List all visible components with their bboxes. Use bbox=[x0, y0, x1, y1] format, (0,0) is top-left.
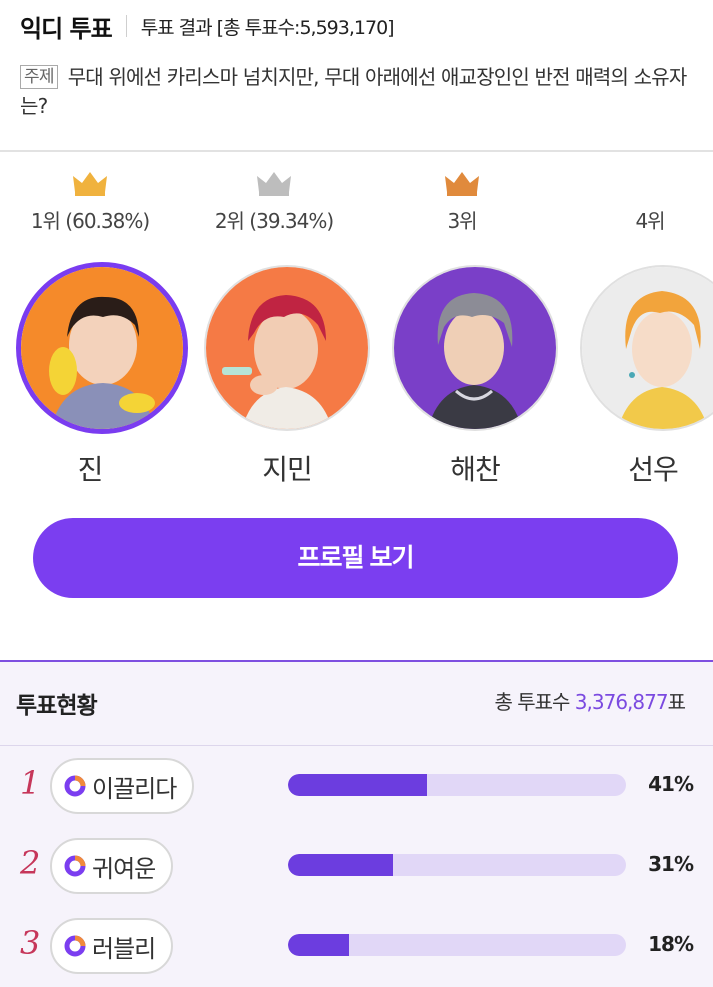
view-profile-button[interactable]: 프로필 보기 bbox=[33, 518, 678, 598]
row-rank: 1 bbox=[20, 764, 41, 802]
header-divider bbox=[125, 15, 127, 37]
status-row-2: 2 귀여운 31% bbox=[0, 838, 713, 908]
topic-text: 무대 위에선 카리스마 넘치지만, 무대 아래에선 애교장인인 반전 매력의 소… bbox=[20, 65, 687, 118]
app-title: 익디 투표 bbox=[20, 14, 113, 43]
candidate-photo-3[interactable] bbox=[392, 265, 558, 431]
candidate-portrait-4 bbox=[582, 267, 713, 429]
tag-logo-icon bbox=[64, 775, 86, 797]
status-row-1: 1 이끌리다 41% bbox=[0, 758, 713, 828]
progress-bar bbox=[288, 774, 626, 796]
tag-logo-icon bbox=[64, 935, 86, 957]
rank-item-2: 2위 (39.34%) bbox=[184, 166, 364, 236]
candidate-name-4: 선우 bbox=[628, 453, 679, 486]
result-title: 투표 결과 [총 투표수:5,593,170] bbox=[140, 16, 395, 39]
candidate-portrait-1 bbox=[21, 267, 183, 429]
progress-fill bbox=[288, 934, 349, 956]
tag-pill-1[interactable]: 이끌리다 bbox=[50, 758, 195, 814]
status-total-suffix: 표 bbox=[667, 690, 686, 714]
header: 익디 투표 투표 결과 [총 투표수:5,593,170] bbox=[20, 8, 395, 44]
row-rank: 3 bbox=[20, 924, 41, 962]
candidate-photo-4[interactable] bbox=[580, 265, 713, 431]
candidate-name-2: 지민 bbox=[262, 453, 313, 486]
bronze-crown-icon bbox=[445, 172, 479, 196]
status-total-prefix: 총 투표수 bbox=[494, 690, 575, 714]
section-divider bbox=[0, 150, 713, 152]
rank-label: 1위 (60.38%) bbox=[30, 209, 150, 233]
candidate-portrait-2 bbox=[206, 267, 368, 429]
rank-label: 4위 bbox=[635, 209, 665, 233]
tag-pill-3[interactable]: 러블리 bbox=[50, 918, 174, 974]
progress-fill bbox=[288, 774, 427, 796]
ranking-list: 1위 (60.38%) 2위 (39.34%) 3위 4위 진 지민 해찬 선우 bbox=[0, 166, 713, 496]
progress-bar bbox=[288, 854, 626, 876]
rank-item-4: 4위 bbox=[560, 166, 713, 236]
candidate-name-1: 진 bbox=[77, 453, 104, 486]
candidate-photo-1[interactable] bbox=[16, 262, 188, 434]
status-divider bbox=[0, 745, 713, 746]
topic-badge: 주제 bbox=[20, 65, 58, 89]
percent-value: 31% bbox=[648, 852, 694, 876]
tag-label: 귀여운 bbox=[92, 854, 156, 883]
status-title: 투표현황 bbox=[16, 693, 98, 719]
percent-value: 41% bbox=[648, 772, 694, 796]
rank-item-3: 3위 bbox=[372, 166, 552, 236]
percent-value: 18% bbox=[648, 932, 694, 956]
rank-item-1: 1위 (60.38%) bbox=[0, 166, 180, 236]
topic: 주제 무대 위에선 카리스마 넘치지만, 무대 아래에선 애교장인인 반전 매력의… bbox=[20, 63, 700, 121]
candidate-portrait-3 bbox=[394, 267, 556, 429]
status-row-3: 3 러블리 18% bbox=[0, 918, 713, 987]
tag-label: 이끌리다 bbox=[92, 774, 177, 803]
row-rank: 2 bbox=[20, 844, 41, 882]
progress-bar bbox=[288, 934, 626, 956]
tag-logo-icon bbox=[64, 855, 86, 877]
rank-label: 3위 bbox=[447, 209, 477, 233]
status-total-value: 3,376,877 bbox=[574, 690, 669, 714]
candidate-name-3: 해찬 bbox=[450, 453, 501, 486]
progress-fill bbox=[288, 854, 393, 876]
tag-pill-2[interactable]: 귀여운 bbox=[50, 838, 174, 894]
gold-crown-icon bbox=[73, 172, 107, 196]
tag-label: 러블리 bbox=[92, 934, 156, 963]
rank-label: 2위 (39.34%) bbox=[214, 209, 334, 233]
status-total: 총 투표수 3,376,877표 bbox=[494, 686, 686, 715]
candidate-photo-2[interactable] bbox=[204, 265, 370, 431]
silver-crown-icon bbox=[257, 172, 291, 196]
